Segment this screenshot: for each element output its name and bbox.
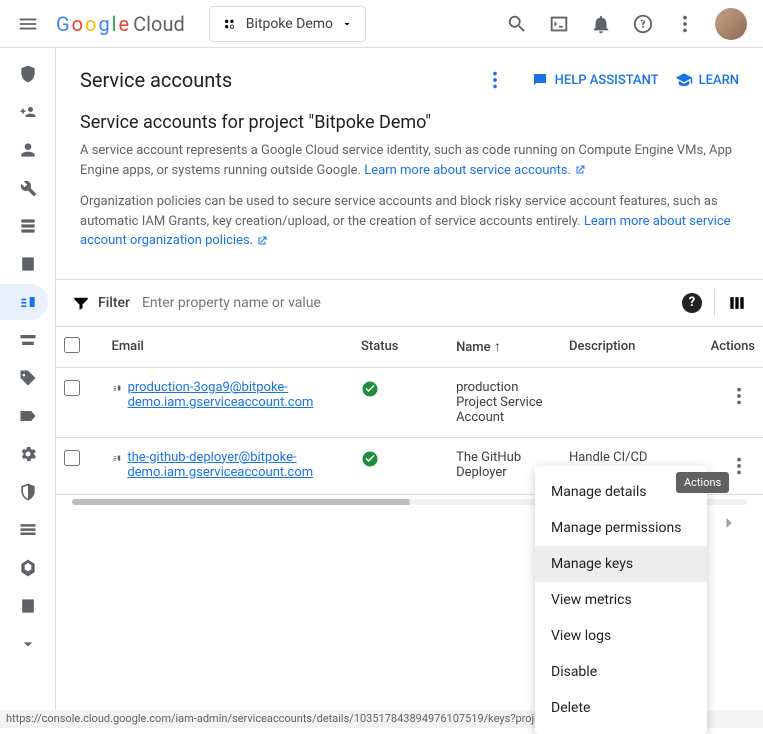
filter-bar: Filter ? — [56, 279, 763, 327]
help-assistant-button[interactable]: HELP ASSISTANT — [531, 71, 659, 89]
actions-tooltip: Actions — [676, 472, 729, 493]
nav-identity-icon[interactable] — [0, 94, 48, 130]
status-enabled-icon — [361, 380, 379, 398]
nav-audit-icon[interactable] — [0, 512, 48, 548]
next-page-icon[interactable] — [719, 513, 739, 533]
graduation-icon — [675, 71, 693, 89]
row-email-link[interactable]: production-3oga9@bitpoke-demo.iam.gservi… — [128, 380, 345, 410]
nav-essential-icon[interactable] — [0, 550, 48, 586]
cloud-shell-icon[interactable] — [539, 4, 579, 44]
intro-p1: A service account represents a Google Cl… — [80, 141, 739, 180]
user-avatar[interactable] — [715, 8, 747, 40]
external-link-icon — [256, 235, 268, 247]
header-more-icon[interactable] — [475, 60, 515, 100]
status-enabled-icon — [361, 450, 379, 468]
notifications-icon[interactable] — [581, 4, 621, 44]
help-icon[interactable] — [623, 4, 663, 44]
select-all-checkbox[interactable] — [64, 337, 80, 353]
nav-quota-icon[interactable] — [0, 208, 48, 244]
hamburger-menu-icon[interactable] — [8, 4, 48, 44]
nav-service-accounts-icon[interactable] — [0, 284, 48, 320]
page-title: Service accounts — [80, 68, 232, 92]
filter-input[interactable] — [142, 295, 670, 311]
service-account-icon — [112, 450, 122, 466]
search-icon[interactable] — [497, 4, 537, 44]
intro-p2: Organization policies can be used to sec… — [80, 192, 739, 251]
project-selector[interactable]: Bitpoke Demo — [209, 6, 366, 42]
filter-icon — [72, 294, 90, 312]
col-desc[interactable]: Description — [561, 327, 692, 368]
row-checkbox[interactable] — [64, 450, 80, 466]
menu-delete[interactable]: Delete — [535, 690, 707, 726]
nav-wrench-icon[interactable] — [0, 170, 48, 206]
menu-disable[interactable]: Disable — [535, 654, 707, 690]
nav-person-icon[interactable] — [0, 132, 48, 168]
learn-button[interactable]: LEARN — [675, 71, 739, 89]
nav-privacy-icon[interactable] — [0, 474, 48, 510]
row-email-link[interactable]: the-github-deployer@bitpoke-demo.iam.gse… — [127, 450, 345, 480]
column-select-icon[interactable] — [727, 293, 747, 313]
nav-groups-icon[interactable] — [0, 588, 48, 624]
row-actions-button[interactable] — [723, 380, 755, 412]
col-name[interactable]: Name ↑ — [448, 327, 561, 368]
topbar: Google Cloud Bitpoke Demo — [0, 0, 763, 48]
chat-icon — [531, 71, 549, 89]
menu-view-logs[interactable]: View logs — [535, 618, 707, 654]
row-checkbox[interactable] — [64, 380, 80, 396]
nav-tag-icon[interactable] — [0, 360, 48, 396]
nav-org-icon[interactable] — [0, 246, 48, 282]
chevron-down-icon — [341, 18, 353, 30]
col-email[interactable]: Email — [104, 327, 354, 368]
row-name: production Project Service Account — [448, 367, 561, 437]
nav-label-icon[interactable] — [0, 398, 48, 434]
logo-suffix: Cloud — [133, 12, 185, 36]
col-actions: Actions — [692, 327, 763, 368]
menu-manage-permissions[interactable]: Manage permissions — [535, 510, 707, 546]
row-actions-menu: Manage details Manage permissions Manage… — [535, 466, 707, 734]
section-title: Service accounts for project "Bitpoke De… — [80, 112, 739, 133]
filter-help-icon[interactable]: ? — [682, 293, 702, 313]
learn-more-sa-link[interactable]: Learn more about service accounts. — [364, 163, 586, 178]
menu-view-metrics[interactable]: View metrics — [535, 582, 707, 618]
col-status[interactable]: Status — [353, 327, 448, 368]
row-desc — [561, 367, 692, 437]
table-row: production-3oga9@bitpoke-demo.iam.gservi… — [56, 367, 763, 437]
nav-workload-icon[interactable] — [0, 322, 48, 358]
nav-more-icon[interactable] — [0, 626, 48, 662]
external-link-icon — [574, 164, 586, 176]
menu-manage-keys[interactable]: Manage keys — [535, 546, 707, 582]
google-cloud-logo[interactable]: Google Cloud — [56, 12, 185, 36]
side-nav — [0, 48, 56, 710]
project-name: Bitpoke Demo — [246, 16, 333, 32]
sort-ascending-icon: ↑ — [494, 339, 501, 355]
nav-iam-icon[interactable] — [0, 56, 48, 92]
filter-label[interactable]: Filter — [72, 294, 130, 312]
nav-settings-icon[interactable] — [0, 436, 48, 472]
more-vert-icon[interactable] — [665, 4, 705, 44]
service-account-icon — [112, 380, 122, 396]
